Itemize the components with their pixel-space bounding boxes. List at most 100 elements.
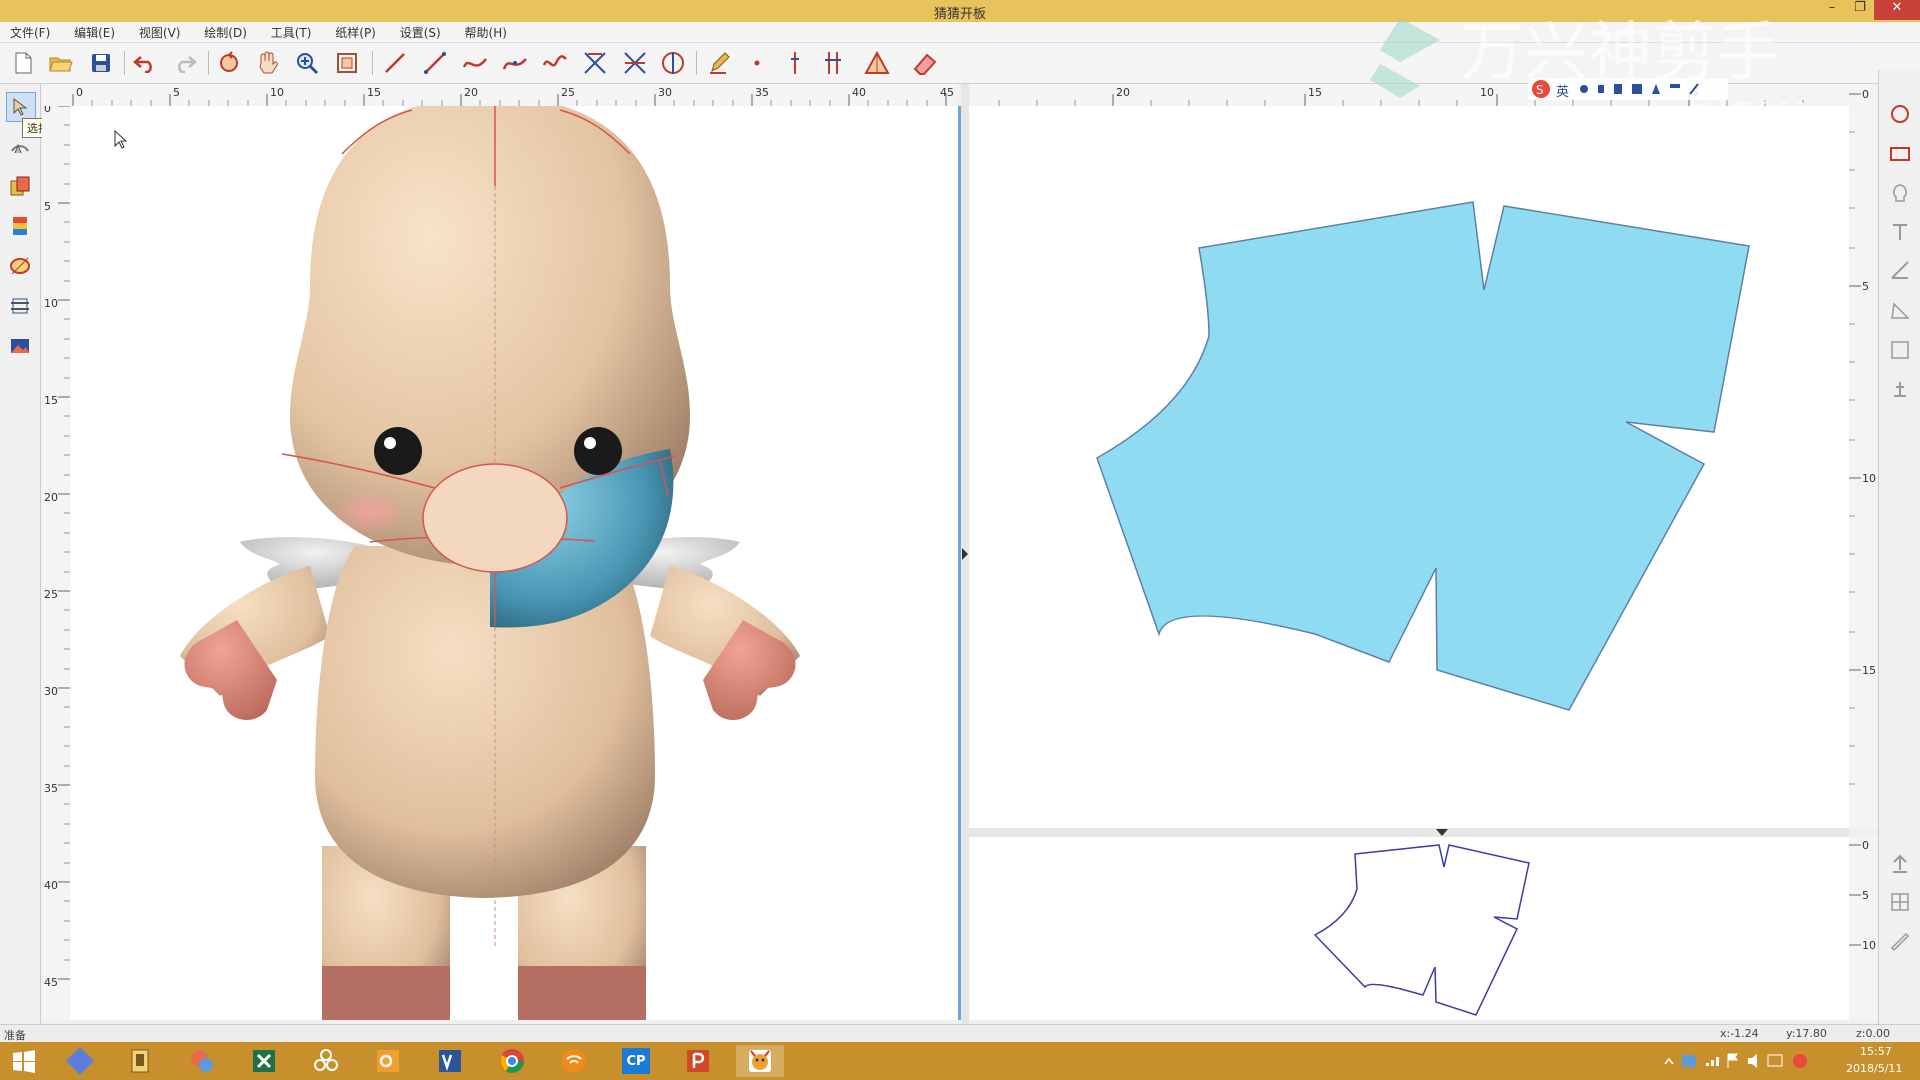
ruler-label: 5: [1862, 889, 1869, 902]
point-icon[interactable]: [742, 49, 772, 77]
minimize-icon[interactable]: –: [1818, 0, 1846, 20]
undo-icon[interactable]: [130, 49, 160, 77]
triangle-icon[interactable]: [862, 49, 892, 77]
upload-icon[interactable]: [1886, 850, 1914, 878]
save-icon[interactable]: [86, 49, 116, 77]
intersect-tool-icon[interactable]: [580, 49, 610, 77]
ruler-label: 0: [76, 86, 83, 99]
circle-tool-icon[interactable]: [1886, 100, 1914, 128]
ime-tools-icon[interactable]: [1576, 78, 1716, 100]
menu-file[interactable]: 文件(F): [0, 22, 60, 43]
new-file-icon[interactable]: [8, 49, 38, 77]
maximize-icon[interactable]: ❐: [1846, 0, 1874, 20]
ruler-label: 10: [1480, 86, 1494, 99]
svg-text:S: S: [1536, 83, 1544, 97]
tray-display-icon[interactable]: [1767, 1054, 1783, 1067]
clock-time[interactable]: 15:57: [1860, 1045, 1892, 1058]
sogou-icon[interactable]: S: [1530, 78, 1552, 100]
left-eye-highlight: [384, 437, 396, 449]
powerpoint-icon[interactable]: [674, 1045, 722, 1077]
pan-hand-icon[interactable]: [252, 49, 282, 77]
bulb-icon[interactable]: [1886, 180, 1914, 208]
smooth-curve-icon[interactable]: [500, 49, 530, 77]
cp-app-icon[interactable]: CP: [612, 1045, 660, 1077]
ruler-label: 40: [44, 879, 58, 892]
copy-piece-icon[interactable]: [6, 172, 34, 200]
tag-icon[interactable]: [1886, 926, 1914, 954]
layer-icon[interactable]: [6, 292, 34, 320]
view-splitter[interactable]: [961, 84, 969, 1024]
menu-edit[interactable]: 编辑(E): [64, 22, 125, 43]
ellipse-tool-icon[interactable]: [6, 252, 34, 280]
anchor-icon[interactable]: [1886, 376, 1914, 404]
ruler-label: 5: [173, 86, 180, 99]
wifi-app-icon[interactable]: [550, 1045, 598, 1077]
pencil-icon[interactable]: [704, 49, 734, 77]
ruler-label: 25: [561, 86, 575, 99]
preview-pane[interactable]: [969, 837, 1849, 1020]
text-tool-icon[interactable]: [1886, 218, 1914, 246]
ime-toolbar[interactable]: S 英: [1528, 78, 1728, 100]
pattern-preview-splitter[interactable]: [969, 828, 1849, 837]
frame-icon[interactable]: [1886, 336, 1914, 364]
folder-app-icon[interactable]: [116, 1045, 164, 1077]
segment-tool-icon[interactable]: [420, 49, 450, 77]
visio-icon[interactable]: [426, 1045, 474, 1077]
ime-mode-label[interactable]: 英: [1556, 81, 1569, 100]
rectangle-tool-icon[interactable]: [1886, 140, 1914, 168]
clock-date[interactable]: 2018/5/11: [1846, 1062, 1902, 1075]
ruler-label: 10: [1862, 472, 1876, 485]
color-icon[interactable]: [6, 212, 34, 240]
excel-icon[interactable]: [240, 1045, 288, 1077]
ruler-label: 10: [44, 297, 58, 310]
model-ruler-left: 0 5 10 15 20 25 30 35 40 45: [42, 102, 70, 1020]
pattern-canvas[interactable]: [969, 106, 1849, 828]
menu-help[interactable]: 帮助(H): [455, 22, 517, 43]
curve-tool-icon[interactable]: [460, 49, 490, 77]
model-view-pane[interactable]: [70, 96, 961, 1020]
split-tool-icon[interactable]: [620, 49, 650, 77]
tray-ime-icon[interactable]: [1793, 1054, 1807, 1068]
ruler-label: 30: [658, 86, 672, 99]
tray-network-icon[interactable]: [1682, 1055, 1696, 1067]
ruler-label: 10: [1862, 939, 1876, 952]
vertical-line-icon[interactable]: [780, 49, 810, 77]
people-app-icon[interactable]: [302, 1045, 350, 1077]
texture-icon[interactable]: [6, 332, 34, 360]
paint-app-icon[interactable]: [178, 1045, 226, 1077]
tray-signal-icon[interactable]: [1706, 1057, 1719, 1066]
tray-volume-icon[interactable]: [1748, 1054, 1757, 1068]
grid-icon[interactable]: [1886, 888, 1914, 916]
symmetry-tool-icon[interactable]: [658, 49, 688, 77]
tray-expand-icon[interactable]: [1664, 1057, 1674, 1065]
redo-icon[interactable]: [170, 49, 200, 77]
freehand-curve-icon[interactable]: [540, 49, 570, 77]
network-app-icon[interactable]: [56, 1045, 104, 1077]
menu-settings[interactable]: 设置(S): [390, 22, 451, 43]
menu-tools[interactable]: 工具(T): [261, 22, 322, 43]
ruler-label: 20: [44, 491, 58, 504]
menu-draw[interactable]: 绘制(D): [194, 22, 257, 43]
fit-view-icon[interactable]: [332, 49, 362, 77]
pattern-piece[interactable]: [1096, 201, 1750, 711]
zoom-icon[interactable]: [292, 49, 322, 77]
ruler-label: 0: [1862, 88, 1869, 101]
rotate-view-icon[interactable]: [214, 49, 244, 77]
doll-model[interactable]: [70, 96, 958, 1020]
eraser-icon[interactable]: [910, 49, 940, 77]
menu-view[interactable]: 视图(V): [129, 22, 191, 43]
chrome-icon[interactable]: [488, 1045, 536, 1077]
windows-start-icon[interactable]: [0, 1045, 48, 1077]
outlook-icon[interactable]: [364, 1045, 412, 1077]
measure-icon[interactable]: [1886, 256, 1914, 284]
taskbar: CP 15:57 2018/5/11: [0, 1042, 1920, 1080]
line-tool-icon[interactable]: [380, 49, 410, 77]
open-folder-icon[interactable]: [46, 49, 76, 77]
menu-pattern[interactable]: 纸样(P): [325, 22, 386, 43]
close-icon[interactable]: ✕: [1874, 0, 1920, 20]
parallel-lines-icon[interactable]: [818, 49, 848, 77]
angle-icon[interactable]: [1886, 296, 1914, 324]
pattern-app-icon[interactable]: [736, 1045, 784, 1077]
tray-flag-icon[interactable]: [1727, 1053, 1738, 1068]
pattern-view-pane[interactable]: [969, 106, 1849, 828]
